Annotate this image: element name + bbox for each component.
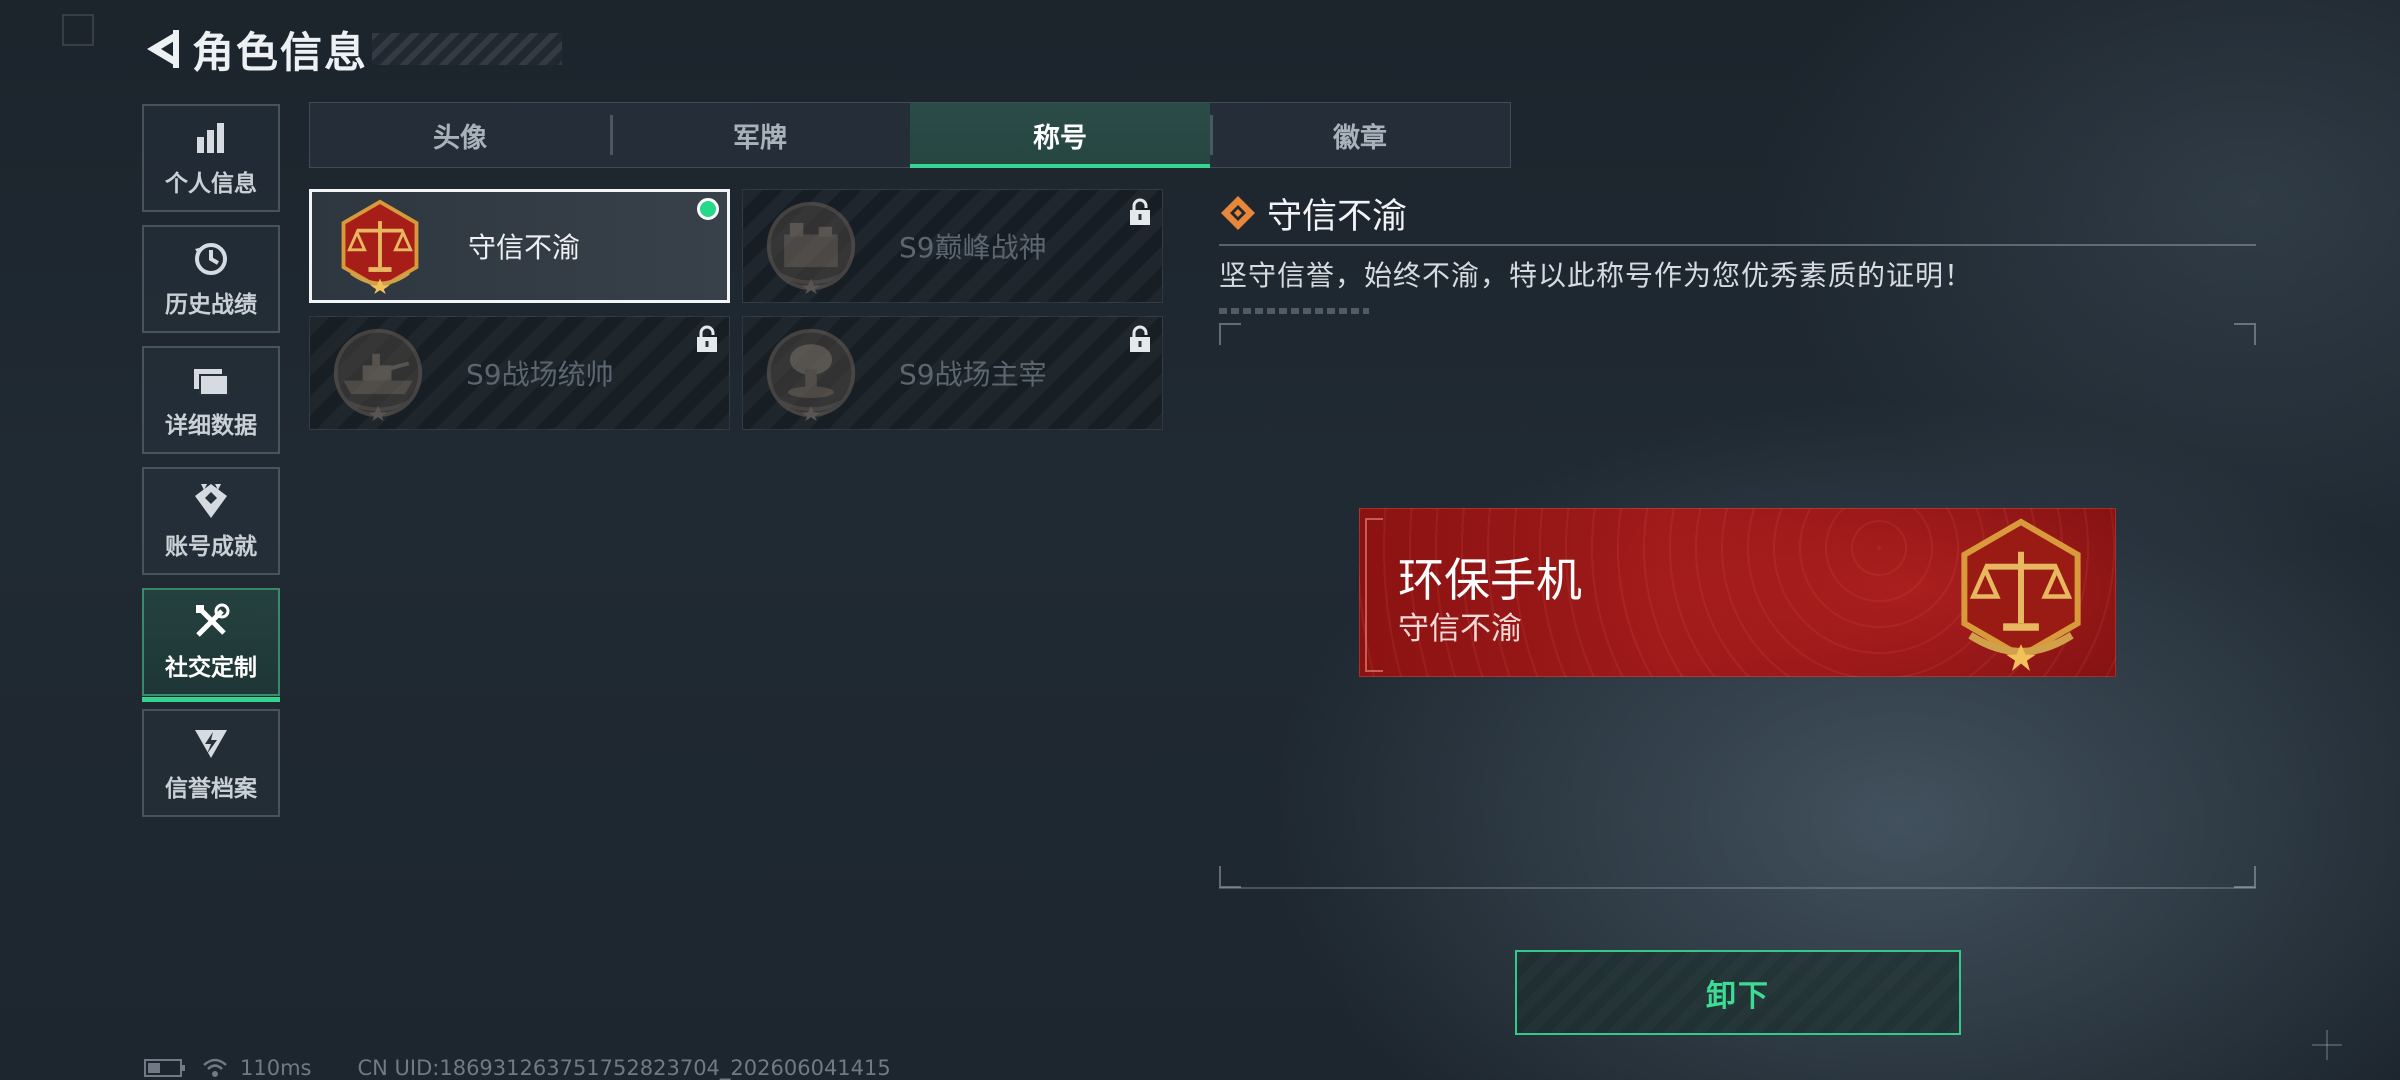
unequip-button[interactable]: 卸下 [1515,950,1961,1035]
tab-title[interactable]: 称号 [910,103,1210,168]
frame-corner [2234,866,2256,888]
title-decoration [372,33,563,65]
divider [1219,244,2256,246]
folder-icon [191,360,231,400]
nameplate-player-name: 环保手机 [1398,553,1582,607]
emblem-icon [191,723,231,763]
title-name: S9战场统帅 [466,358,614,391]
sidebar: 个人信息 历史战绩 详细数据 账号成就 社交定制 信誉档案 [142,104,280,830]
tab-dog-tag[interactable]: 军牌 [610,103,910,167]
divider [1219,887,2256,889]
page-title: 角色信息 [192,27,369,77]
sidebar-item-label: 信誉档案 [165,776,257,802]
justice-scale-badge [341,199,419,294]
title-name: S9战场主宰 [899,358,1047,391]
player-uid: CN UID:186931263751752823704_20260604141… [357,1056,891,1080]
sidebar-item-history[interactable]: 历史战绩 [142,225,280,333]
sidebar-item-label: 社交定制 [165,655,257,681]
equipped-indicator [697,198,719,220]
nameplate-title: 守信不渝 [1398,611,1522,647]
category-tabs: 头像 军牌 称号 徽章 [309,102,1511,168]
frame-corner [2234,323,2256,345]
sidebar-item-label: 个人信息 [165,171,257,197]
page-header: 角色信息 [140,22,563,77]
title-card[interactable]: S9战场主宰 [742,316,1163,430]
plus-icon [2312,1030,2342,1060]
wifi-icon [203,1058,227,1077]
detail-description: 坚守信誉，始终不渝，特以此称号作为您优秀素质的证明！ [1219,259,1974,292]
sidebar-item-achievements[interactable]: 账号成就 [142,467,280,575]
achievement-icon [191,481,231,521]
corner-frame-decoration [62,14,94,46]
tab-badge[interactable]: 徽章 [1210,103,1510,167]
tab-avatar[interactable]: 头像 [310,103,610,167]
justice-scale-badge [1961,518,2081,671]
tools-icon [191,602,231,642]
title-card[interactable]: 守信不渝 [309,189,730,303]
lock-icon [697,325,717,352]
description-decoration [1219,308,1369,314]
bar-chart-icon [191,118,231,158]
sidebar-item-personal-info[interactable]: 个人信息 [142,104,280,212]
title-name: 守信不渝 [468,231,581,264]
sidebar-item-social-customization[interactable]: 社交定制 [142,588,280,702]
battery-icon [144,1059,185,1077]
detail-title: 守信不渝 [1267,196,1408,237]
mushroom-cloud-badge [766,328,856,421]
title-card[interactable]: S9巅峰战神 [742,189,1163,303]
warship-badge [333,328,423,421]
lock-icon [1130,198,1150,225]
sidebar-item-label: 历史战绩 [165,292,257,318]
lock-icon [1130,325,1150,352]
title-name: S9巅峰战神 [899,231,1047,264]
status-bar: 110ms CN UID:186931263751752823704_20260… [144,1056,891,1080]
chevron-left-icon[interactable] [140,22,186,76]
sidebar-item-label: 详细数据 [165,413,257,439]
nameplate-preview: 环保手机 守信不渝 [1359,508,2116,677]
ping-value: 110ms [240,1056,312,1080]
frame-corner [1219,323,1241,345]
title-detail-panel: 守信不渝 坚守信誉，始终不渝，特以此称号作为您优秀素质的证明！ [1219,190,2256,314]
fortress-badge [766,201,856,294]
diamond-icon [1221,196,1255,230]
sidebar-item-reputation[interactable]: 信誉档案 [142,709,280,817]
sidebar-item-detailed-data[interactable]: 详细数据 [142,346,280,454]
history-clock-icon [191,239,231,279]
sidebar-item-label: 账号成就 [165,534,257,560]
frame-corner [1219,866,1241,888]
title-card[interactable]: S9战场统帅 [309,316,730,430]
